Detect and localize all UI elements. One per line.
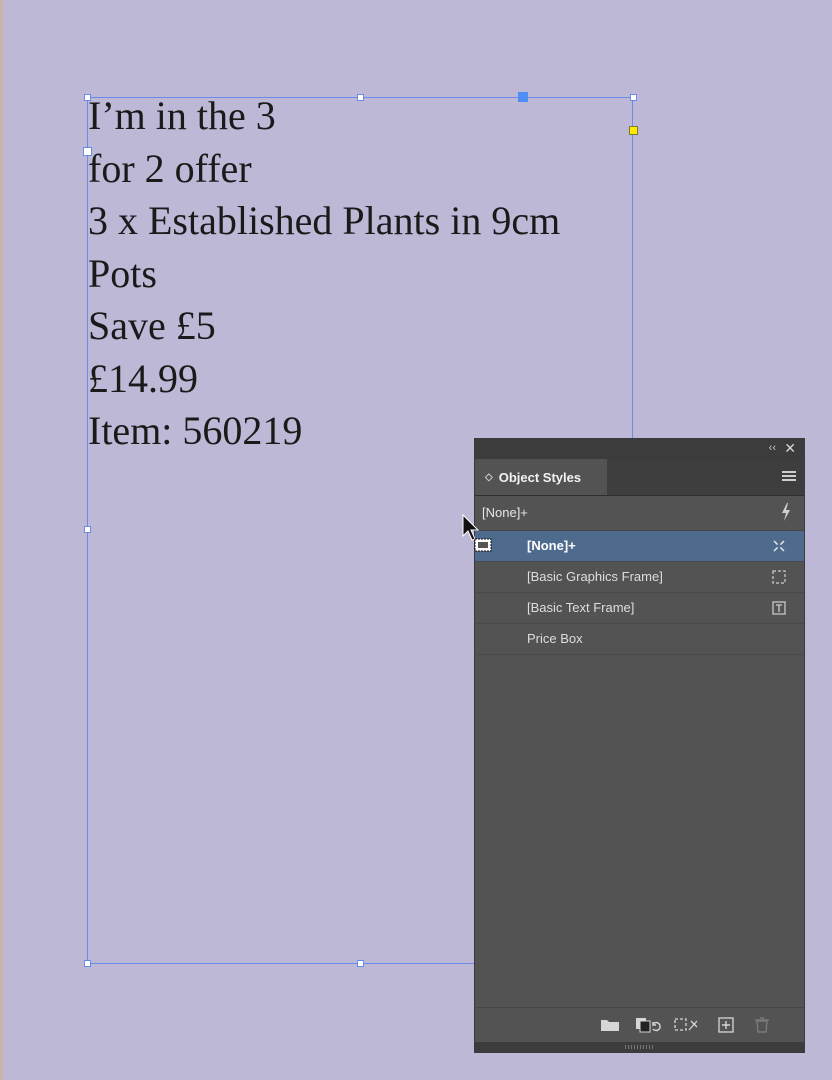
panel-tab-row: ◇ Object Styles <box>475 459 804 496</box>
collapse-panel-button[interactable]: ‹‹ <box>769 442 776 454</box>
current-style-label: [None]+ <box>482 505 528 520</box>
story-line: £14.99 <box>88 355 198 401</box>
handle-top-right[interactable] <box>630 94 637 101</box>
grip-dots <box>625 1045 653 1049</box>
story-line: for 2 offer <box>88 145 252 191</box>
object-styles-panel: ‹‹ ✕ ◇ Object Styles [None]+ [None]+ [Ba… <box>474 438 805 1053</box>
style-label: [Basic Text Frame] <box>527 600 635 615</box>
style-item-basic-graphics-frame[interactable]: [Basic Graphics Frame] <box>475 562 804 593</box>
live-corner-handle[interactable] <box>629 126 638 135</box>
quick-apply-icon[interactable] <box>780 502 792 522</box>
close-panel-button[interactable]: ✕ <box>784 440 796 457</box>
delete-style-icon[interactable] <box>752 1017 772 1033</box>
text-frame-icon <box>772 601 786 615</box>
none-style-icon <box>773 540 785 552</box>
style-item-price-box[interactable]: Price Box <box>475 624 804 655</box>
handle-middle-left[interactable] <box>84 526 91 533</box>
tab-object-styles[interactable]: ◇ Object Styles <box>475 459 607 495</box>
handle-bottom-left[interactable] <box>84 960 91 967</box>
story-line: 3 x Established Plants in 9cm <box>88 198 561 243</box>
tab-label: Object Styles <box>498 469 582 485</box>
tab-arrows-icon: ◇ <box>485 471 493 483</box>
current-style-row: [None]+ <box>475 496 804 531</box>
clear-attributes-icon[interactable] <box>674 1017 700 1033</box>
style-label: [None]+ <box>527 538 576 553</box>
story-line: Save £5 <box>88 303 216 348</box>
style-label: Price Box <box>527 631 583 646</box>
page-edge <box>0 0 3 1080</box>
panel-menu-icon[interactable] <box>782 471 796 483</box>
panel-bottom-bar <box>475 1007 804 1042</box>
graphics-frame-icon <box>772 570 786 584</box>
story-text[interactable]: I’m in the 3 for 2 offer 3 x Established… <box>88 90 628 458</box>
new-group-icon[interactable] <box>600 1017 620 1033</box>
drag-frame-icon <box>474 538 492 552</box>
story-line: Pots <box>88 250 157 296</box>
clear-overrides-icon[interactable] <box>635 1017 663 1033</box>
panel-resize-grip[interactable] <box>475 1042 804 1052</box>
style-item-none[interactable]: [None]+ <box>475 531 804 562</box>
style-item-basic-text-frame[interactable]: [Basic Text Frame] <box>475 593 804 624</box>
story-line: I’m in the 3 <box>88 93 276 138</box>
panel-title-bar[interactable]: ‹‹ ✕ <box>475 439 804 459</box>
handle-bottom-middle[interactable] <box>357 960 364 967</box>
new-style-icon[interactable] <box>716 1017 736 1033</box>
style-label: [Basic Graphics Frame] <box>527 569 663 584</box>
